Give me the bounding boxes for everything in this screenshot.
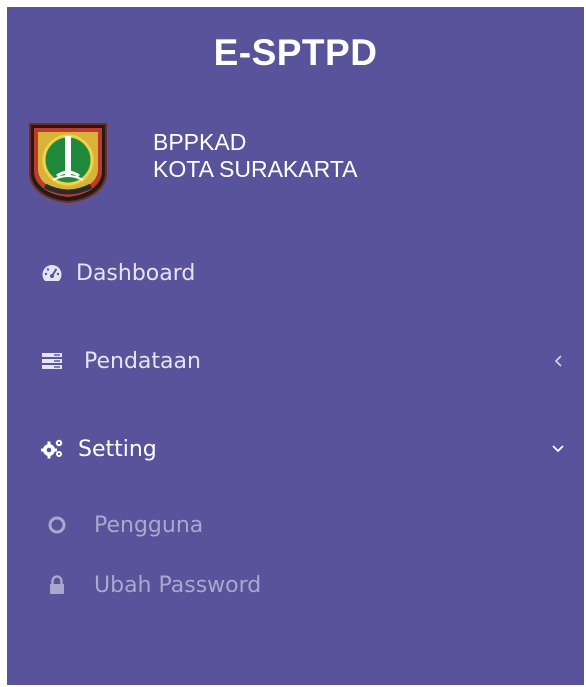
app-title[interactable]: E-SPTPD [214,32,378,74]
chevron-down-icon[interactable] [550,441,566,457]
nav-item-setting[interactable]: Setting [0,405,584,493]
sidebar-header: E-SPTPD [7,7,584,99]
nav-item-label: Dashboard [76,260,196,286]
submenu-item-pengguna[interactable]: Pengguna [7,495,584,555]
org-block: BPPKAD KOTA SURAKARTA [27,120,358,204]
lock-icon [46,574,68,596]
nav-item-label: Setting [78,436,157,462]
nav-item-label: Pendataan [84,348,201,374]
nav-menu: Dashboard Pendataan Setting Pengguna Uba… [0,229,584,615]
gears-icon [40,437,64,461]
org-line-2: KOTA SURAKARTA [153,156,358,182]
org-line-1: BPPKAD [153,129,247,155]
city-emblem-logo [29,123,107,204]
submenu-item-ubah-password[interactable]: Ubah Password [7,555,584,615]
chevron-left-icon[interactable] [550,353,566,369]
dashboard-icon [40,261,64,285]
circle-icon [46,514,68,536]
list-icon [40,349,64,373]
sidebar: E-SPTPD BPPKAD KOTA SURAKARTA Dashboard … [0,7,584,685]
submenu-item-label: Ubah Password [94,572,262,598]
setting-submenu: Pengguna Ubah Password [7,493,584,615]
submenu-item-label: Pengguna [94,512,204,538]
nav-item-dashboard[interactable]: Dashboard [7,229,584,317]
nav-item-pendataan[interactable]: Pendataan [7,317,584,405]
org-name: BPPKAD KOTA SURAKARTA [153,129,358,183]
